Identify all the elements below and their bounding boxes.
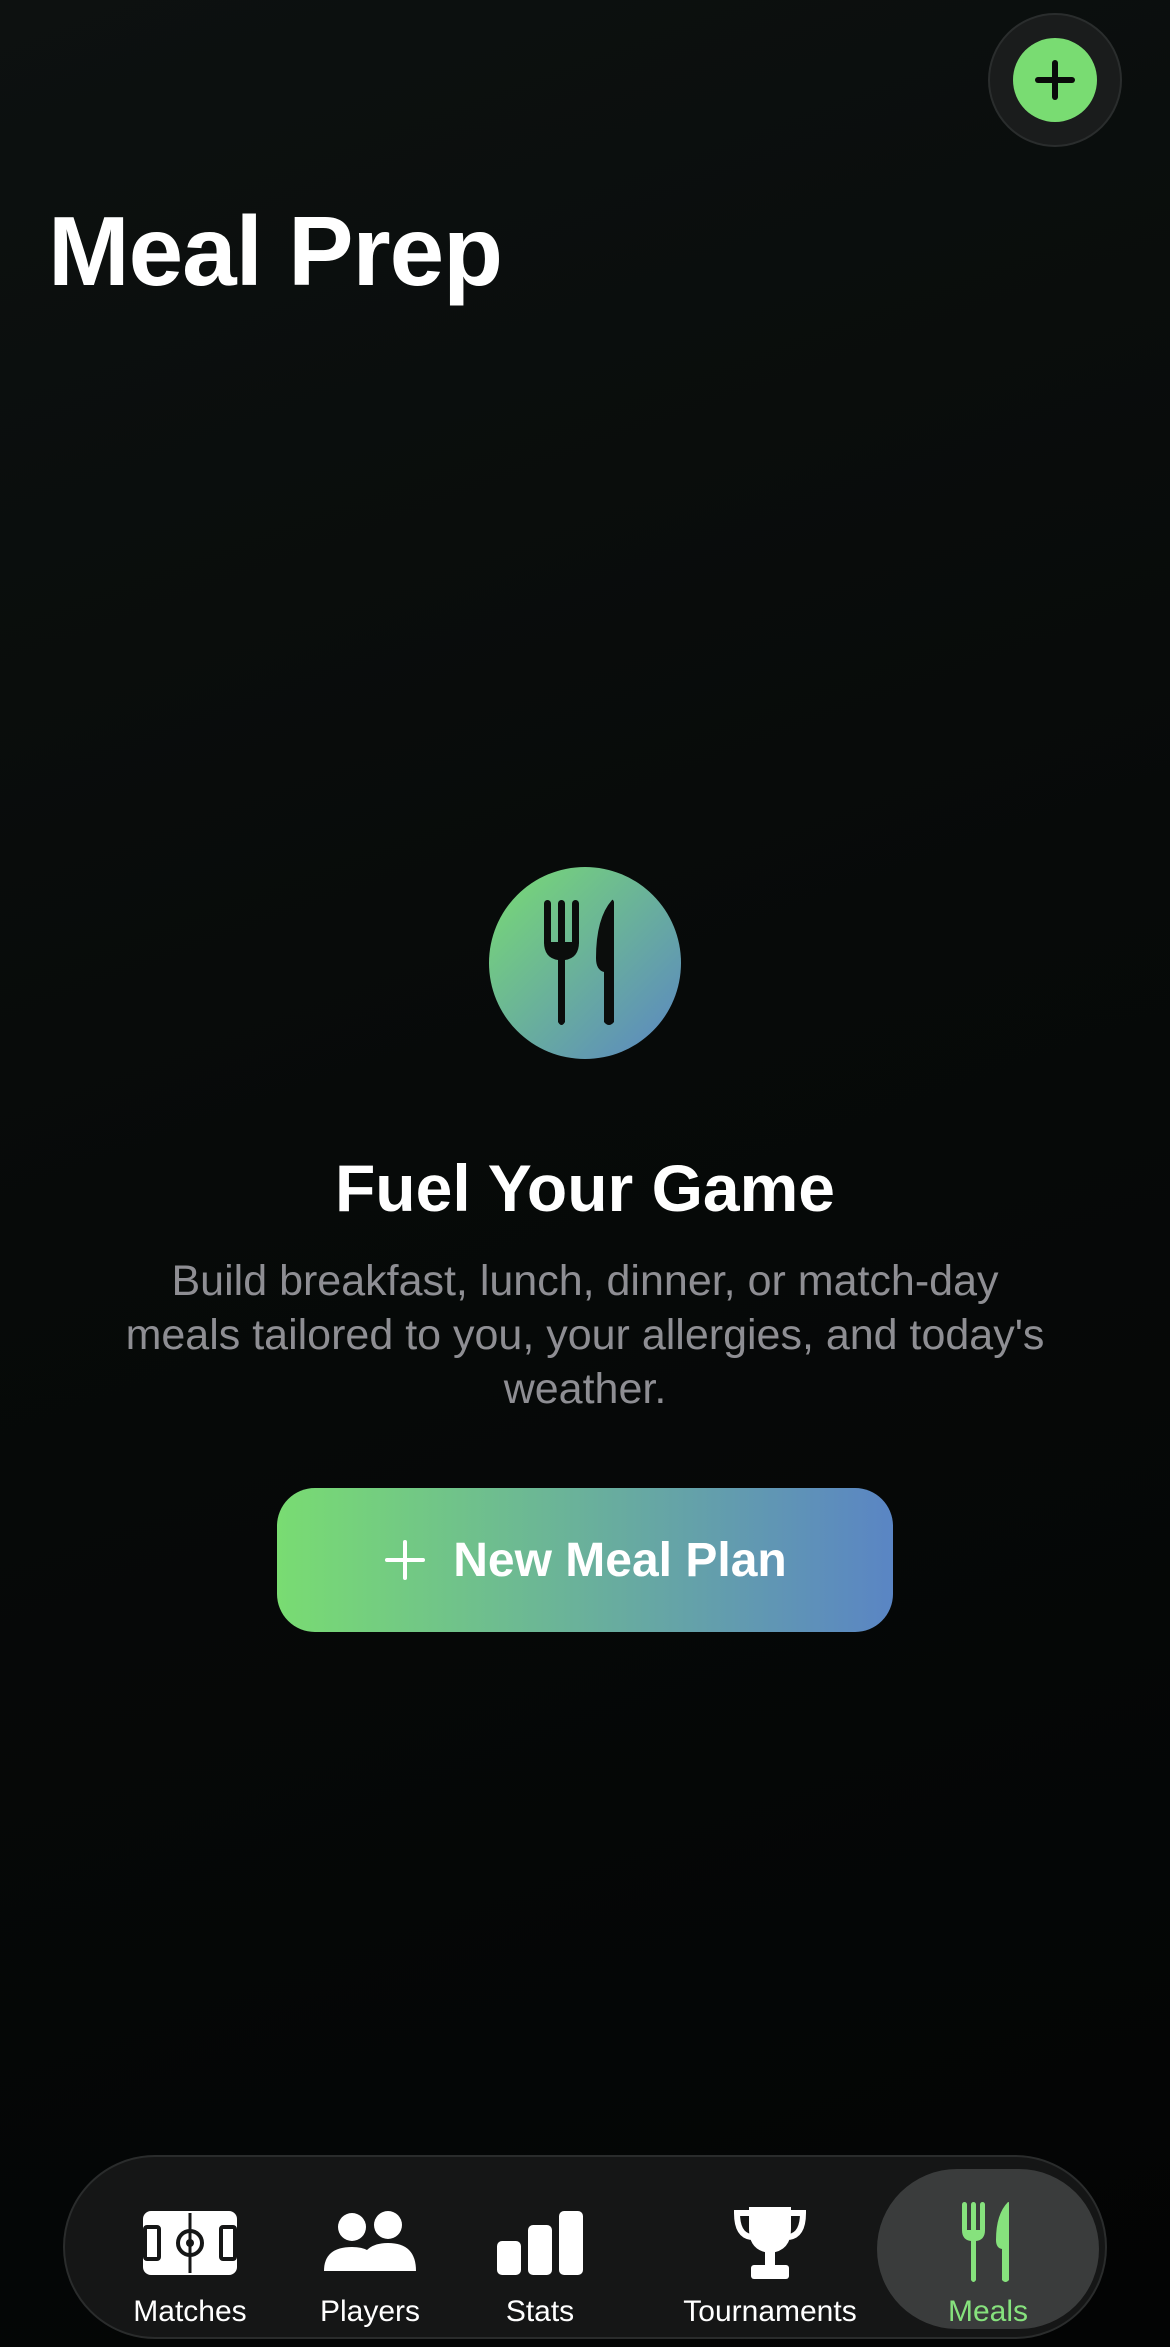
people-icon [322, 2193, 418, 2293]
tab-stats[interactable]: Stats [485, 2157, 595, 2341]
empty-state-title: Fuel Your Game [334, 1151, 836, 1225]
tab-stats-label: Stats [505, 2295, 575, 2328]
add-meal-button[interactable] [988, 13, 1122, 147]
fork-knife-icon [544, 899, 614, 1025]
add-button-disc [1013, 38, 1097, 122]
tab-tournaments-label: Tournaments [683, 2295, 857, 2328]
empty-state-description: Build breakfast, lunch, dinner, or match… [125, 1257, 1045, 1413]
trophy-icon [733, 2193, 807, 2293]
meal-prep-screen: Meal Prep Fuel Your Game Build breakfast… [0, 0, 1170, 2347]
tab-matches[interactable]: Matches [110, 2157, 270, 2341]
bar-chart-icon [495, 2193, 585, 2293]
tab-bar: Matches Players Stats Tournaments Meals [63, 2155, 1107, 2339]
tab-tournaments[interactable]: Tournaments [663, 2157, 877, 2341]
tab-meals-label: Meals [947, 2295, 1029, 2328]
tab-meals[interactable]: Meals [877, 2157, 1099, 2341]
new-meal-plan-label: New Meal Plan [453, 1533, 787, 1587]
plus-icon [1035, 60, 1075, 100]
tab-players-label: Players [319, 2295, 421, 2328]
hero-icon-circle [489, 867, 681, 1059]
soccer-field-icon [143, 2193, 237, 2293]
fork-knife-icon [960, 2193, 1016, 2293]
plus-icon [383, 1538, 427, 1582]
page-title: Meal Prep [48, 196, 503, 306]
tab-players[interactable]: Players [305, 2157, 435, 2341]
new-meal-plan-button[interactable]: New Meal Plan [277, 1488, 893, 1632]
tab-matches-label: Matches [133, 2295, 247, 2328]
